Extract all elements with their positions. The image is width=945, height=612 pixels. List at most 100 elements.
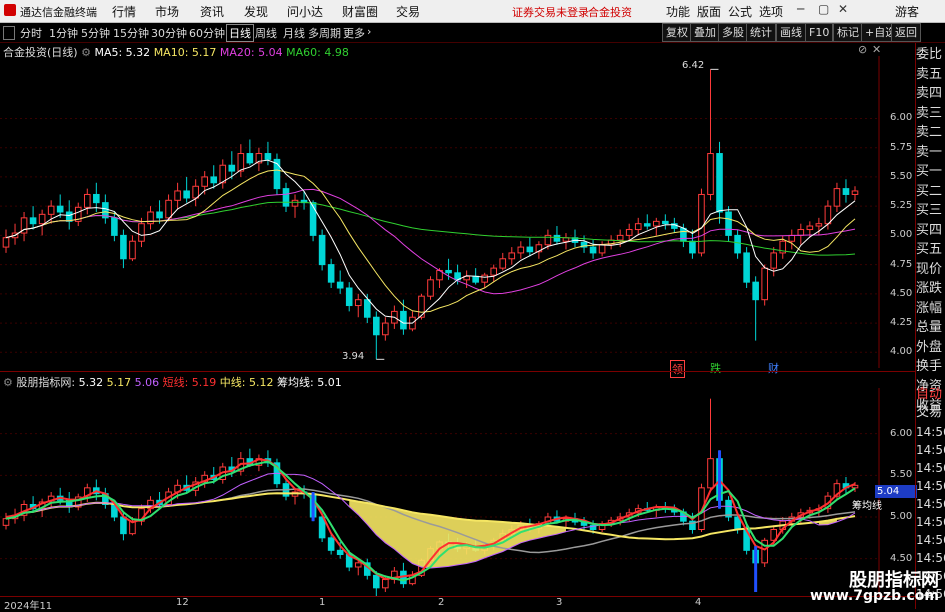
candle: [373, 311, 380, 360]
side-item-2[interactable]: 卖四: [916, 84, 945, 103]
side-item-10[interactable]: 买五: [916, 240, 945, 259]
auto-label[interactable]: 自动: [916, 385, 945, 404]
side-item-15[interactable]: 外盘: [916, 338, 945, 357]
candle: [147, 206, 154, 230]
candle: [508, 247, 516, 265]
menu-function[interactable]: 功能: [666, 3, 690, 20]
event-tag-finance[interactable]: 财: [768, 360, 779, 376]
candle: [138, 217, 145, 248]
main-kline-chart[interactable]: [0, 56, 880, 368]
candle: [499, 252, 507, 271]
time-label-apr: 4: [695, 597, 702, 608]
pane-divider: [0, 371, 916, 372]
menu-market[interactable]: 市场: [155, 3, 179, 20]
blue-signal-bar: [311, 492, 315, 522]
period-60min[interactable]: 60分钟: [189, 25, 225, 41]
period-weekly[interactable]: 周线: [255, 25, 277, 41]
menu-discover[interactable]: 发现: [244, 3, 268, 20]
side-item-4[interactable]: 卖二: [916, 123, 945, 142]
period-more[interactable]: 更多: [343, 25, 365, 41]
candle: [382, 317, 389, 341]
period-multi[interactable]: 多周期: [308, 25, 341, 41]
btn-stats[interactable]: 统计: [746, 23, 776, 42]
main-ytick: 4.50: [890, 287, 913, 299]
period-monthly[interactable]: 月线: [283, 25, 305, 41]
side-item-6[interactable]: 买一: [916, 162, 945, 181]
candle: [770, 247, 778, 277]
btn-back[interactable]: 返回: [891, 23, 921, 42]
period-1min[interactable]: 1分钟: [49, 25, 78, 41]
collapse-icon[interactable]: ⊘: [858, 43, 867, 56]
period-5min[interactable]: 5分钟: [81, 25, 110, 41]
side-item-13[interactable]: 涨幅: [916, 299, 945, 318]
candle: [2, 512, 10, 530]
main-ytick: 4.75: [890, 258, 913, 270]
candle: [102, 487, 109, 509]
indicator-ytick: 6.00: [890, 427, 913, 439]
high-price-label: 6.42: [682, 60, 705, 71]
side-item-8[interactable]: 买三: [916, 201, 945, 220]
candle: [752, 276, 759, 341]
period-30min[interactable]: 30分钟: [151, 25, 187, 41]
blue-signal-bar: [718, 450, 722, 509]
event-tag-fall[interactable]: 跌: [710, 360, 721, 376]
chart-close-icon[interactable]: ✕: [872, 43, 881, 56]
btn-mark[interactable]: 标记: [833, 23, 863, 42]
candle: [725, 206, 732, 242]
side-item-5[interactable]: 卖一: [916, 143, 945, 162]
candle: [264, 141, 272, 166]
menu-caifuquan[interactable]: 财富圈: [342, 3, 378, 20]
close-icon[interactable]: ✕: [838, 2, 848, 16]
trade-label[interactable]: 交易: [916, 403, 945, 422]
app-logo-icon: [4, 4, 16, 16]
side-item-7[interactable]: 买二: [916, 182, 945, 201]
btn-draw[interactable]: 画线: [776, 23, 806, 42]
more-chevron-icon[interactable]: ›: [367, 25, 371, 38]
candle: [2, 229, 10, 253]
candle: [607, 235, 615, 250]
main-ytick: 6.00: [890, 112, 913, 124]
btn-multistock[interactable]: 多股: [718, 23, 748, 42]
indicator-chart[interactable]: [0, 388, 880, 596]
side-item-1[interactable]: 卖五: [916, 65, 945, 84]
candle: [345, 282, 353, 312]
tick-time-0: 14:56: [916, 425, 945, 439]
candle: [707, 398, 714, 492]
menu-layout[interactable]: 版面: [697, 3, 721, 20]
side-item-14[interactable]: 总量: [916, 318, 945, 337]
guest-label[interactable]: 游客: [895, 3, 919, 20]
layout-toggle-icon[interactable]: [3, 26, 15, 40]
btn-fuquan[interactable]: 复权: [662, 23, 692, 42]
candle: [797, 223, 805, 245]
candle: [842, 477, 850, 494]
menu-formula[interactable]: 公式: [728, 3, 752, 20]
side-item-9[interactable]: 买四: [916, 221, 945, 240]
candle: [282, 182, 290, 212]
candle: [707, 69, 714, 201]
tick-time-2: 14:56: [916, 461, 945, 475]
candle: [698, 188, 705, 257]
side-item-0[interactable]: 委比: [916, 45, 945, 64]
candle: [598, 241, 606, 257]
btn-f10[interactable]: F10: [805, 23, 834, 42]
candle: [38, 209, 46, 236]
event-tag-lead[interactable]: 领: [670, 360, 685, 378]
restore-icon[interactable]: ▢: [818, 2, 829, 16]
menu-options[interactable]: 选项: [759, 3, 783, 20]
btn-overlay[interactable]: 叠加: [690, 23, 720, 42]
period-15min[interactable]: 15分钟: [113, 25, 149, 41]
menu-news[interactable]: 资讯: [200, 3, 224, 20]
candle: [662, 214, 669, 230]
period-fenshi[interactable]: 分时: [20, 25, 42, 41]
login-warning[interactable]: 证券交易未登录: [512, 4, 589, 20]
candle: [481, 272, 488, 288]
side-item-3[interactable]: 卖三: [916, 104, 945, 123]
minimize-icon[interactable]: ─: [797, 2, 804, 16]
side-item-11[interactable]: 现价: [916, 260, 945, 279]
menu-hangqing[interactable]: 行情: [112, 3, 136, 20]
period-daily[interactable]: 日线: [226, 24, 254, 42]
menu-trade[interactable]: 交易: [396, 3, 420, 20]
side-item-12[interactable]: 涨跌: [916, 279, 945, 298]
side-item-16[interactable]: 换手: [916, 357, 945, 376]
menu-wenxiaoda[interactable]: 问小达: [287, 3, 323, 20]
